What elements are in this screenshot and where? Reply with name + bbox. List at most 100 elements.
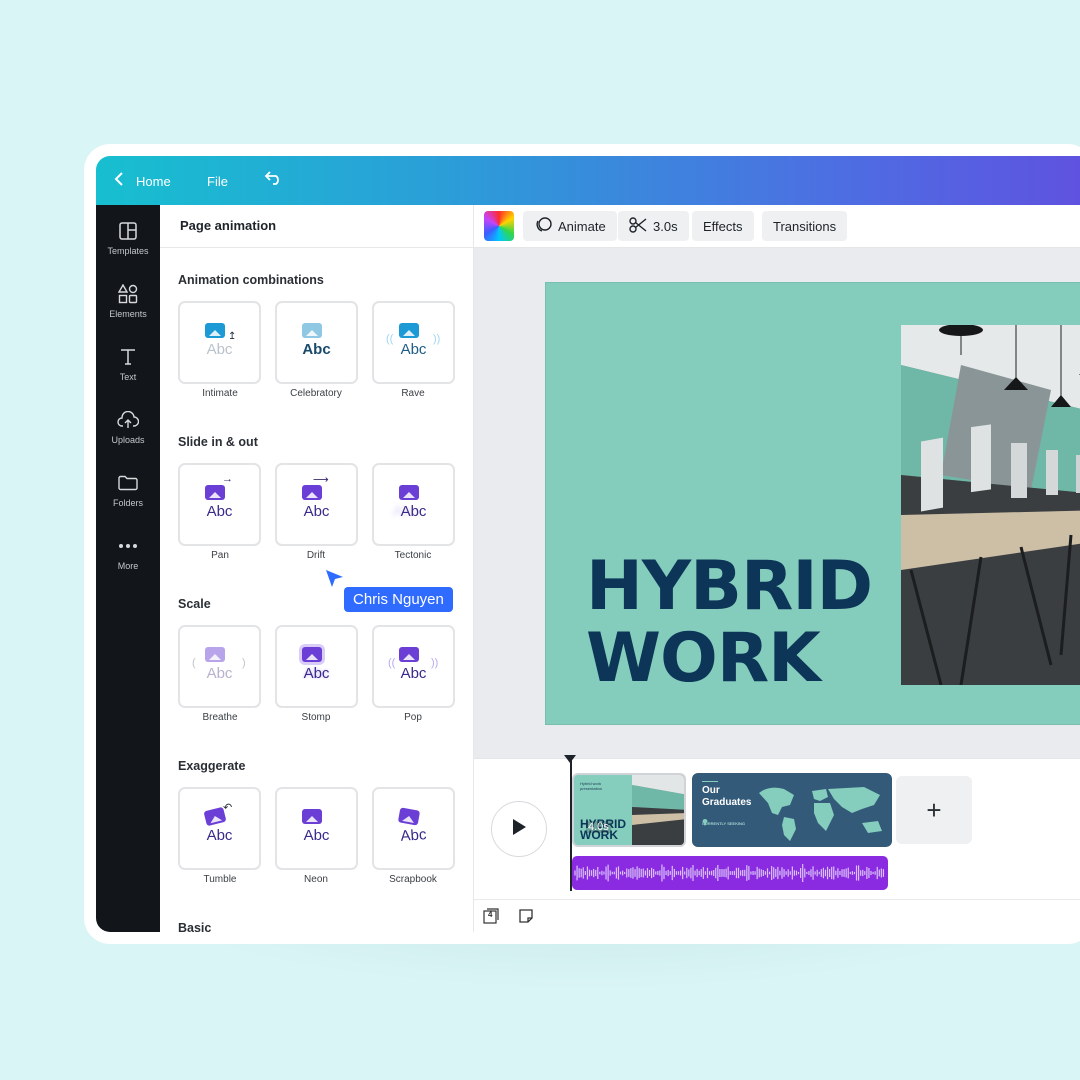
rail-item-templates[interactable]: Templates [96,219,160,256]
clip-small-text: CURRENTLY SEEKING [702,821,745,826]
image-icon [205,323,225,338]
play-button[interactable] [491,801,547,857]
animation-tile-breathe[interactable]: ( ) Abc [178,625,261,708]
animation-tile-pan[interactable]: → Abc [178,463,261,546]
office-photo[interactable] [901,325,1080,685]
slide-title[interactable]: HYBRID WORK [586,547,873,698]
timeline-footer: 4 [474,899,1080,932]
tile-label: Pan [211,550,229,561]
image-icon [302,485,322,500]
transitions-button[interactable]: Transitions [762,211,848,241]
tile-label: Intimate [202,388,238,399]
animation-tile-rave[interactable]: (( )) Abc [372,301,455,384]
collaborator-cursor-icon [325,569,345,594]
slide-title-line: HYBRID [586,547,873,626]
tile-abc: Abc [400,503,427,520]
world-map [754,783,890,847]
tile-abc: Abc [303,503,330,520]
panel-title: Page animation [160,205,473,248]
text-icon [96,345,160,369]
animation-tile-neon[interactable]: Abc [275,787,358,870]
tile-label: Pop [404,712,422,723]
tile-abc: Abc [303,665,330,682]
tile-label: Breathe [202,712,238,723]
animation-tile-tectonic[interactable]: Abc [372,463,455,546]
slide-canvas[interactable]: HYBRID WORK [545,282,1080,725]
rail-label: More [117,561,139,571]
elements-icon [96,282,160,306]
section-title: Basic [178,921,212,932]
undo-icon[interactable] [264,169,284,190]
animation-tile-scrapbook[interactable]: Abc [372,787,455,870]
tile-label: Drift [306,550,326,561]
page-count-icon[interactable]: 4 [483,908,499,927]
side-rail: Templates Elements Text Uploads Folders [96,205,160,932]
rail-item-uploads[interactable]: Uploads [96,408,160,445]
audio-track[interactable] [572,856,888,890]
page-animation-panel: Page animation Animation combinations ↥ … [160,205,474,932]
clip-accent-line [702,781,718,782]
timeline-clip-2[interactable]: Our Graduates CURRENTLY SEEKING [692,773,892,847]
rail-item-text[interactable]: Text [96,345,160,382]
animation-tile-celebratory[interactable]: Abc [275,301,358,384]
image-icon [205,647,225,662]
duration-label: 3.0s [653,218,678,234]
rail-label: Elements [109,309,147,319]
tile-label: Tectonic [394,550,432,561]
rail-item-elements[interactable]: Elements [96,282,160,319]
animation-tile-intimate[interactable]: ↥ Abc [178,301,261,384]
image-icon [399,485,419,500]
page-count: 4 [488,910,493,919]
location-pin-icon [702,813,708,831]
tile-abc: Abc [206,665,233,682]
tile-abc: Abc [302,341,331,358]
image-icon [399,323,419,338]
rail-label: Templates [107,246,149,256]
timeline-clip-1[interactable]: Hybrid work presentation HYBRID WORK 4.0… [572,773,686,847]
uploads-icon [96,408,160,432]
rail-item-more[interactable]: More [96,534,160,571]
notes-icon[interactable] [518,908,534,927]
section-title: Slide in & out [178,435,258,449]
editor-toolbar: Animate 3.0s Effects Transitions [474,205,1080,248]
tile-abc: Abc [400,665,427,682]
clip-duration: 4.0s [586,821,611,833]
animate-icon [534,216,552,236]
home-button[interactable]: Home [114,172,171,190]
chevron-left-icon [114,172,124,190]
animation-tile-pop[interactable]: (( )) Abc [372,625,455,708]
templates-icon [96,219,160,243]
effects-button[interactable]: Effects [692,211,754,241]
animation-tile-tumble[interactable]: ↶ Abc [178,787,261,870]
rail-item-folders[interactable]: Folders [96,471,160,508]
scissors-icon [629,216,647,236]
tile-abc: Abc [206,341,233,358]
image-icon [302,647,322,662]
rotate-icon: ↶ [223,802,233,814]
image-icon [302,809,322,824]
tile-abc: Abc [400,826,427,845]
canvas-area: HYBRID WORK [474,248,1080,758]
section-title: Exaggerate [178,759,246,773]
more-icon [96,534,160,558]
animation-tile-stomp[interactable]: Abc [275,625,358,708]
audio-waveform [574,864,885,882]
tile-abc: Abc [400,341,427,358]
tile-abc: Abc [303,827,330,844]
home-label: Home [136,173,171,189]
arrow-right-icon: → [222,473,233,485]
top-header: Home File [96,156,1080,205]
image-icon [397,807,421,826]
image-icon [399,647,419,662]
play-icon [510,817,528,842]
collaborator-name-tag: Chris Nguyen [344,587,453,612]
animate-button[interactable]: Animate [523,211,617,241]
slide-title-line: WORK [586,619,821,698]
color-picker-button[interactable] [484,211,514,241]
animation-tile-drift[interactable]: ⟶ Abc [275,463,358,546]
arrow-right-icon: ⟶ [313,474,329,486]
add-page-button[interactable]: + [896,776,972,844]
duration-button[interactable]: 3.0s [618,211,689,241]
file-menu[interactable]: File [207,174,228,189]
editor-window: Home File Templates Elements Text Upload… [96,156,1080,932]
